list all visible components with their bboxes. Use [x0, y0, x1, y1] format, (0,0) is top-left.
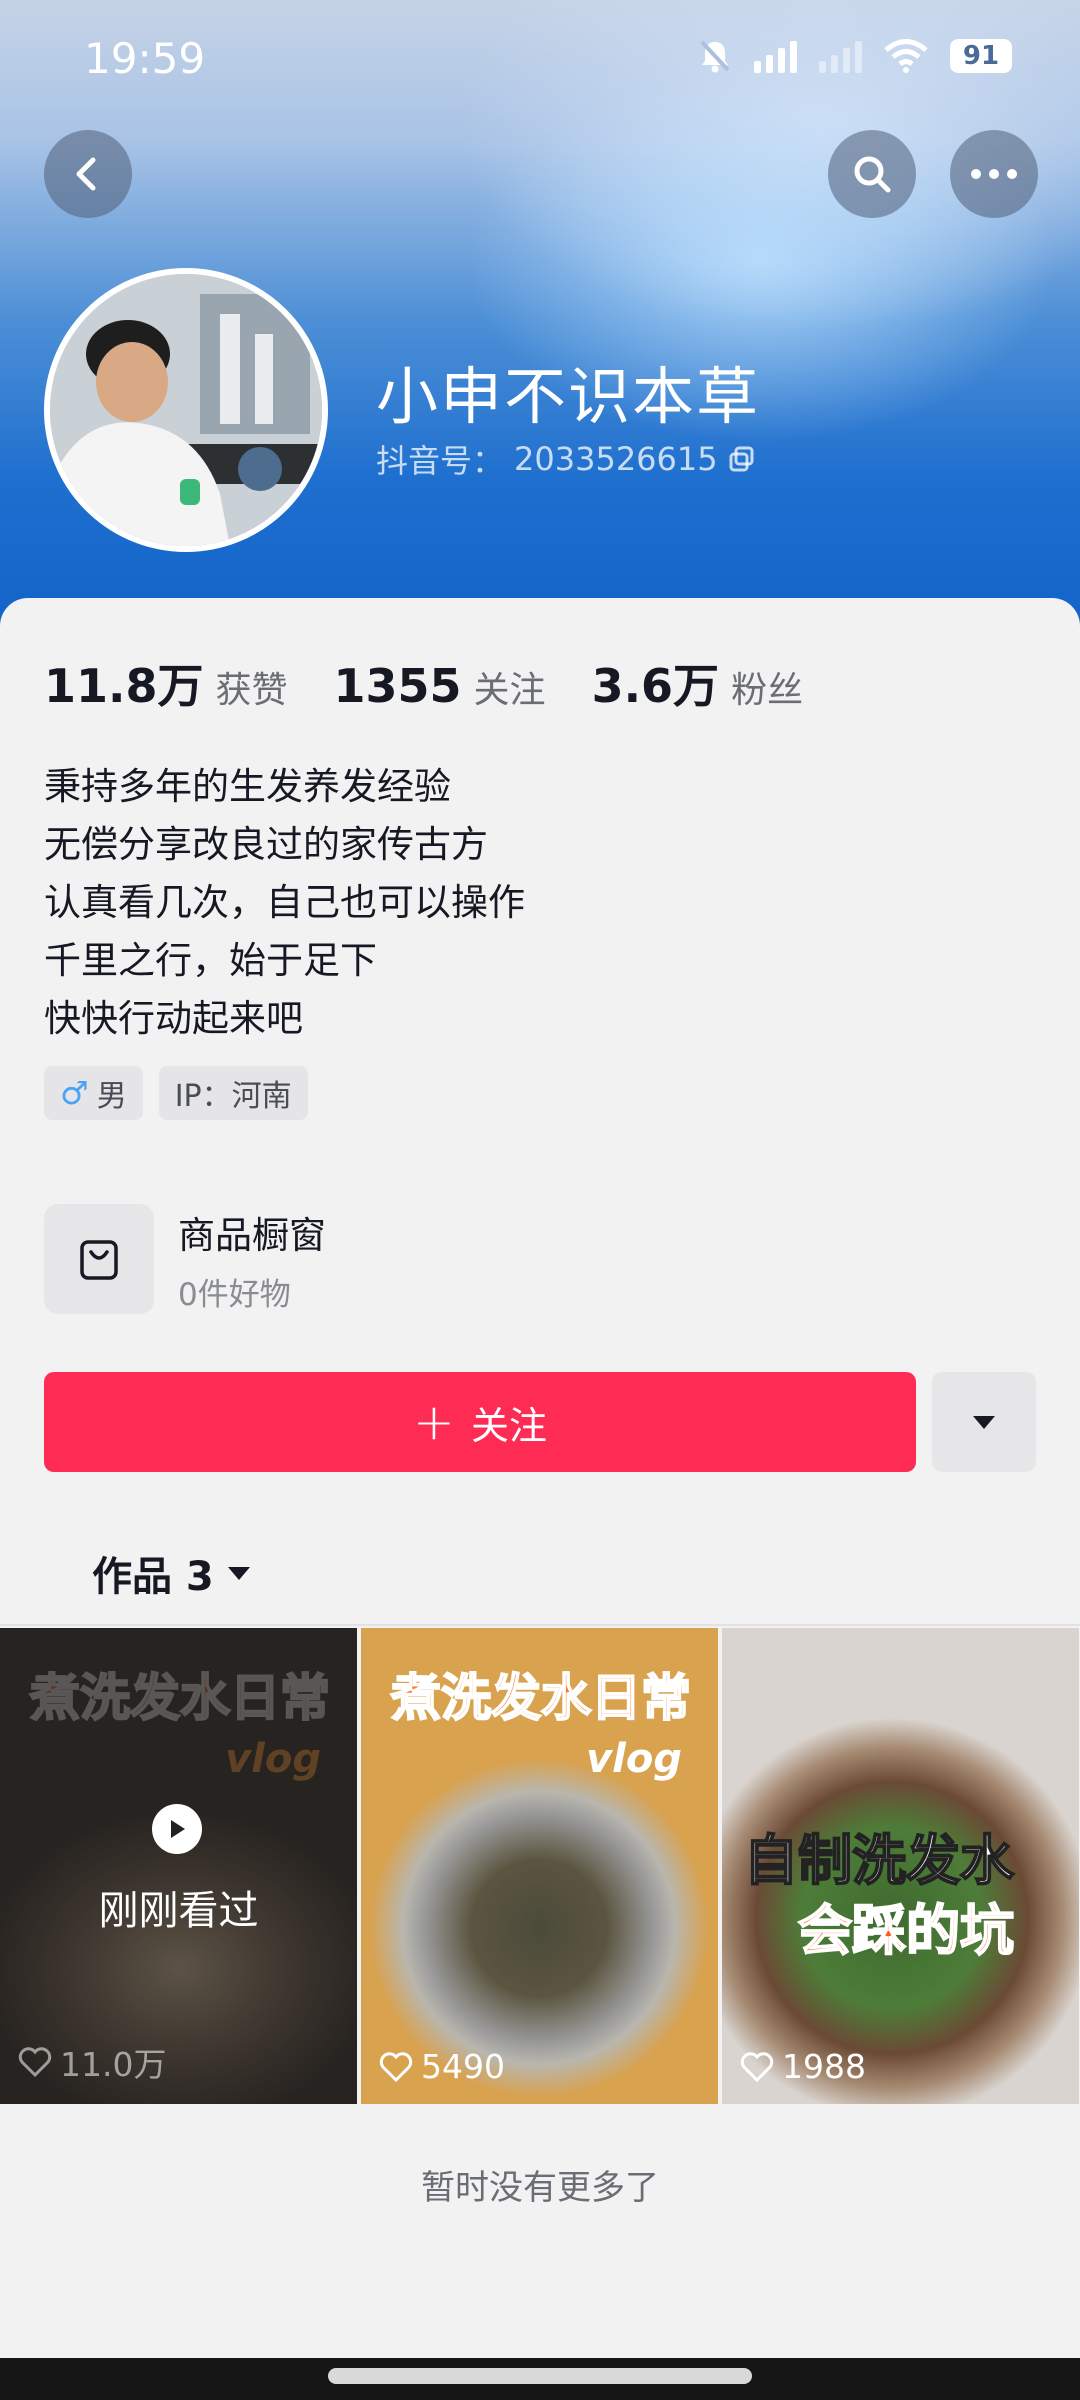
video-title-line-2: 会踩的坑 — [797, 1898, 1015, 1963]
wifi-icon — [884, 39, 928, 73]
gender-tag: ♂ 男 — [44, 1066, 143, 1120]
video-thumb-3[interactable]: 自制洗发水 会踩的坑 1988 — [722, 1628, 1079, 2104]
like-count: 5490 — [379, 2047, 505, 2086]
followers-count: 3.6万 — [591, 659, 720, 713]
gender-label: 男 — [96, 1079, 127, 1114]
mute-bell-icon — [700, 40, 730, 73]
bio-line: 无偿分享改良过的家传古方 — [44, 823, 488, 866]
profile-tags: ♂ 男 IP：河南 — [44, 1066, 308, 1120]
caret-down-icon — [227, 1567, 250, 1580]
no-more-content-label: 暂时没有更多了 — [421, 2168, 659, 2208]
video-thumb-1[interactable]: 煮洗发水日常 vlog 刚刚看过 11.0万 — [0, 1628, 357, 2104]
recently-watched-label: 刚刚看过 — [98, 1888, 259, 1934]
triangle-down-icon — [973, 1416, 995, 1429]
likes-label: 获赞 — [215, 670, 288, 711]
bio-line: 千里之行，始于足下 — [44, 939, 377, 982]
stats-row: 11.8万 获赞 1355 关注 3.6万 粉丝 — [44, 650, 849, 716]
video-title-line-1: 自制洗发水 — [743, 1828, 1015, 1893]
douyin-id: 抖音号： 2033526615 — [376, 436, 756, 482]
watched-overlay — [0, 1628, 357, 2104]
male-icon: ♂ — [60, 1074, 89, 1112]
status-time: 19:59 — [84, 34, 206, 83]
likes-count: 11.8万 — [44, 659, 204, 713]
shop-subtitle: 0件好物 — [178, 1276, 291, 1313]
works-label: 作品 3 — [92, 1554, 214, 1600]
ip-label: IP：河南 — [174, 1079, 292, 1114]
more-dots-icon — [971, 169, 1017, 179]
video-tag: vlog — [586, 1736, 682, 1782]
profile-card: 11.8万 获赞 1355 关注 3.6万 粉丝 秉持多年的生发养发经验 无偿分… — [0, 598, 1080, 2358]
tab-works[interactable]: 作品 3 — [92, 1544, 252, 1602]
nickname: 小申不识本草 — [376, 360, 761, 433]
bio-line: 秉持多年的生发养发经验 — [44, 765, 451, 808]
heart-icon — [18, 2047, 52, 2077]
bio: 秉持多年的生发养发经验 无偿分享改良过的家传古方 认真看几次，自己也可以操作 千… — [44, 758, 525, 1048]
status-bar: 19:59 91 — [0, 0, 1080, 120]
more-options-button[interactable] — [950, 130, 1038, 218]
copy-icon[interactable] — [728, 445, 756, 473]
video-title: 煮洗发水日常 — [390, 1668, 692, 1728]
follow-dropdown-button[interactable] — [932, 1372, 1036, 1472]
battery-indicator: 91 — [950, 39, 1012, 73]
chevron-left-icon — [76, 157, 96, 191]
bio-line: 快快行动起来吧 — [44, 997, 303, 1040]
tab-divider — [0, 1624, 1080, 1626]
play-icon — [152, 1804, 202, 1854]
avatar[interactable] — [44, 268, 328, 552]
follow-label: 关注 — [470, 1403, 547, 1448]
search-icon — [854, 156, 891, 193]
likes-stat[interactable]: 11.8万 获赞 — [44, 650, 288, 716]
following-stat[interactable]: 1355 关注 — [334, 659, 546, 713]
douyin-id-label: 抖音号： — [376, 442, 505, 480]
following-count: 1355 — [333, 659, 462, 713]
heart-icon — [740, 2051, 774, 2082]
avatar-photo — [50, 274, 322, 546]
video-grid: 煮洗发水日常 vlog 刚刚看过 11.0万 煮洗发水日常 vlog 5490 — [0, 1628, 1080, 2104]
following-label: 关注 — [473, 670, 546, 711]
bio-line: 认真看几次，自己也可以操作 — [44, 881, 525, 924]
like-count-value: 5490 — [421, 2047, 505, 2086]
home-indicator[interactable] — [328, 2368, 752, 2384]
shop-window-entry[interactable]: 商品橱窗 0件好物 — [44, 1204, 326, 1314]
signal-icon — [754, 39, 797, 73]
like-count-value: 11.0万 — [60, 2045, 167, 2084]
shopping-bag-icon — [80, 1240, 118, 1280]
like-count-value: 1988 — [782, 2047, 866, 2086]
like-count: 11.0万 — [18, 2038, 166, 2086]
shop-text: 商品橱窗 0件好物 — [178, 1205, 326, 1314]
video-thumb-2[interactable]: 煮洗发水日常 vlog 5490 — [361, 1628, 718, 2104]
follow-button[interactable]: + 关注 — [44, 1372, 916, 1472]
heart-icon — [379, 2051, 413, 2082]
search-button[interactable] — [828, 130, 916, 218]
shop-title: 商品橱窗 — [178, 1213, 326, 1257]
ip-tag: IP：河南 — [158, 1066, 308, 1120]
status-icons: 91 — [698, 38, 1012, 74]
signal-2-icon — [819, 39, 862, 73]
back-button[interactable] — [44, 130, 132, 218]
followers-label: 粉丝 — [731, 670, 804, 711]
douyin-id-value: 2033526615 — [514, 440, 718, 478]
plus-icon: + — [413, 1393, 455, 1451]
like-count: 1988 — [740, 2047, 866, 2086]
followers-stat[interactable]: 3.6万 粉丝 — [592, 650, 804, 716]
shop-icon-box — [44, 1204, 154, 1314]
